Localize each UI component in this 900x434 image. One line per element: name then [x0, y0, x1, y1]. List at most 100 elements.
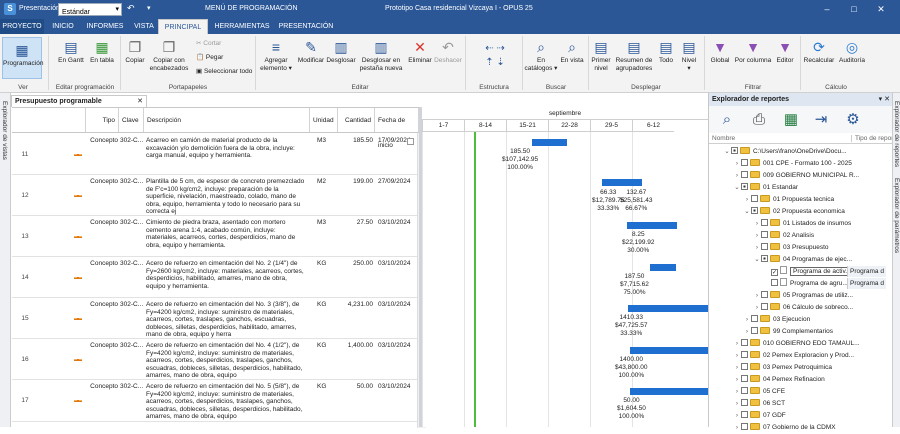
- gantt-bar[interactable]: [630, 388, 708, 395]
- tab-inicio[interactable]: INICIO: [46, 19, 80, 34]
- tab-vista[interactable]: VISTA: [130, 19, 158, 34]
- chevron-right-icon[interactable]: ›: [733, 338, 741, 350]
- gantt-bar[interactable]: [630, 347, 708, 354]
- tree-checkbox[interactable]: [741, 339, 748, 346]
- en-tabla-button[interactable]: ▦ En tabla: [87, 39, 117, 65]
- en-gantt-button[interactable]: ▤ En Gantt: [55, 39, 87, 65]
- chevron-right-icon[interactable]: ›: [753, 218, 761, 230]
- tab-proyecto[interactable]: PROYECTO: [0, 19, 44, 34]
- seleccionar-todo-button[interactable]: ▣ Seleccionar todo: [196, 67, 252, 75]
- report-tree-item[interactable]: ⌄ 01 Estandar: [733, 182, 798, 194]
- table-row[interactable]: 17 Concepto 302-C... Acero de refuerzo en c…: [12, 380, 419, 422]
- pane-controls[interactable]: ▾ ✕: [879, 95, 890, 103]
- chevron-right-icon[interactable]: ›: [733, 398, 741, 410]
- report-tree-item[interactable]: › 06 Cálculo de sobreco...: [753, 302, 853, 314]
- presentation-select[interactable]: Estándar: [58, 3, 122, 16]
- tree-checkbox[interactable]: [741, 411, 748, 418]
- tree-checkbox[interactable]: [731, 147, 738, 154]
- chevron-right-icon[interactable]: ›: [743, 326, 751, 338]
- maximize-button[interactable]: □: [845, 2, 863, 16]
- estructura-arrows[interactable]: ⇠ ⇢ ⇡ ⇣: [470, 42, 520, 70]
- search-report-icon[interactable]: ⌕: [717, 110, 737, 130]
- tab-informes[interactable]: INFORMES: [82, 19, 128, 34]
- view-explorer-strip[interactable]: Explorador de vistas: [0, 93, 11, 427]
- todo-button[interactable]: ▤ Todo: [655, 39, 677, 65]
- tree-checkbox[interactable]: ✓: [771, 269, 778, 276]
- chevron-right-icon[interactable]: ›: [753, 290, 761, 302]
- resumen-agrupadores-button[interactable]: ▤ Resumen de agrupadores: [613, 39, 655, 73]
- chevron-right-icon[interactable]: ›: [733, 374, 741, 386]
- tree-checkbox[interactable]: [741, 171, 748, 178]
- report-explorer-strip-label[interactable]: Explorador de reportes: [893, 101, 900, 167]
- tree-checkbox[interactable]: [741, 375, 748, 382]
- close-button[interactable]: ✕: [872, 2, 890, 16]
- document-tab[interactable]: Presupuesto programable ✕: [11, 95, 147, 107]
- tree-checkbox[interactable]: [741, 351, 748, 358]
- copiar-con-encabezados-button[interactable]: ❐ Copiar con encabezados: [147, 39, 191, 73]
- report-tree-item[interactable]: › 03 Ejecucion: [743, 314, 810, 326]
- excel-export-icon[interactable]: ▦: [781, 110, 801, 130]
- chevron-down-icon[interactable]: ⌄: [743, 206, 751, 218]
- gantt-bar[interactable]: [612, 179, 642, 186]
- copiar-button[interactable]: ❐ Copiar: [123, 39, 147, 65]
- eliminar-button[interactable]: ✕ Eliminar: [406, 39, 434, 65]
- report-tree-item[interactable]: › 05 Programas de utiliz...: [753, 290, 853, 302]
- export-icon[interactable]: ⇥: [811, 110, 831, 130]
- report-tree-item[interactable]: Programa de agru...: [763, 278, 848, 290]
- report-tree-item[interactable]: › 009 GOBIERNO MUNICIPAL R...: [733, 170, 859, 182]
- tree-checkbox[interactable]: [761, 255, 768, 262]
- report-tree-item[interactable]: › 04 Pemex Refinacion: [733, 374, 825, 386]
- report-tree-item[interactable]: › 01 Propuesta tecnica: [743, 194, 834, 206]
- pegar-button[interactable]: 📋 Pegar: [196, 53, 223, 61]
- report-tree-item[interactable]: ⌄ 04 Programas de ejec...: [753, 254, 852, 266]
- report-tree-item[interactable]: › 03 Pemex Petroquimica: [733, 362, 832, 374]
- report-tree-item[interactable]: ✓ Programa de activ...: [763, 266, 854, 278]
- tree-checkbox[interactable]: [761, 243, 768, 250]
- auditoria-button[interactable]: ◎ Auditoría: [836, 39, 868, 65]
- chevron-right-icon[interactable]: ›: [753, 242, 761, 254]
- tree-checkbox[interactable]: [751, 207, 758, 214]
- header-fecha-inicio[interactable]: Fecha de inicio: [375, 108, 419, 149]
- gantt-bar[interactable]: [602, 179, 612, 186]
- tree-checkbox[interactable]: [751, 315, 758, 322]
- tree-checkbox[interactable]: [741, 183, 748, 190]
- tree-checkbox[interactable]: [751, 327, 758, 334]
- programacion-button[interactable]: ▦ Programación: [2, 37, 43, 79]
- chevron-right-icon[interactable]: ›: [733, 410, 741, 422]
- report-settings-icon[interactable]: ⚙: [843, 110, 863, 130]
- chevron-right-icon[interactable]: ›: [733, 158, 741, 170]
- agregar-elemento-button[interactable]: ≡ Agregar elemento ▾: [258, 39, 294, 73]
- report-tree-item[interactable]: › 02 Pemex Exploracion y Prod...: [733, 350, 854, 362]
- header-cantidad[interactable]: Cantidad: [338, 108, 375, 133]
- gantt-bar[interactable]: [650, 264, 676, 271]
- tab-principal[interactable]: PRINCIPAL: [158, 19, 208, 34]
- quick-access-dropdown-icon[interactable]: ▾: [147, 4, 151, 12]
- undo-icon[interactable]: ↶: [127, 3, 135, 14]
- tab-herramientas[interactable]: HERRAMIENTAS: [210, 19, 274, 34]
- report-tree-item[interactable]: › 01 Listados de insumos: [753, 218, 851, 230]
- tree-checkbox[interactable]: [751, 195, 758, 202]
- minimize-button[interactable]: –: [818, 2, 836, 16]
- gantt-bar[interactable]: [532, 139, 567, 146]
- report-tree-item[interactable]: › 07 GDF: [733, 410, 786, 422]
- gantt-bar[interactable]: [628, 305, 708, 312]
- report-tree-item[interactable]: › 03 Presupuesto: [753, 242, 829, 254]
- en-vista-button[interactable]: ⌕ En vista: [558, 39, 586, 65]
- header-descripcion[interactable]: Descripción: [144, 108, 310, 133]
- table-row[interactable]: 12 Concepto 302-C... Plantilla de 5 cm, de …: [12, 175, 419, 216]
- report-tree-item[interactable]: ⌄ C:\Users\frano\OneDrive\Docu...: [723, 146, 847, 158]
- header-unidad[interactable]: Unidad: [310, 108, 338, 133]
- table-row[interactable]: 14 Concepto 302-C... Acero de refuerzo en c…: [12, 257, 419, 298]
- tree-checkbox[interactable]: [771, 279, 778, 286]
- tab-presentacion[interactable]: PRESENTACIÓN: [274, 19, 338, 34]
- filtro-por-columna-button[interactable]: ▼ Por columna: [733, 39, 773, 65]
- en-catalogos-button[interactable]: ⌕ En catálogos ▾: [524, 39, 558, 73]
- tree-checkbox[interactable]: [741, 159, 748, 166]
- primer-nivel-button[interactable]: ▤ Primer nivel: [590, 39, 612, 73]
- parameter-explorer-strip-label[interactable]: Explorador de parámetros: [893, 178, 900, 253]
- tree-checkbox[interactable]: [761, 291, 768, 298]
- tree-checkbox[interactable]: [761, 303, 768, 310]
- print-icon[interactable]: ⎙: [749, 110, 769, 130]
- header-tipo[interactable]: Tipo: [86, 108, 119, 133]
- report-tree-item[interactable]: › 010 GOBIERNO EDO TAMAUL...: [733, 338, 860, 350]
